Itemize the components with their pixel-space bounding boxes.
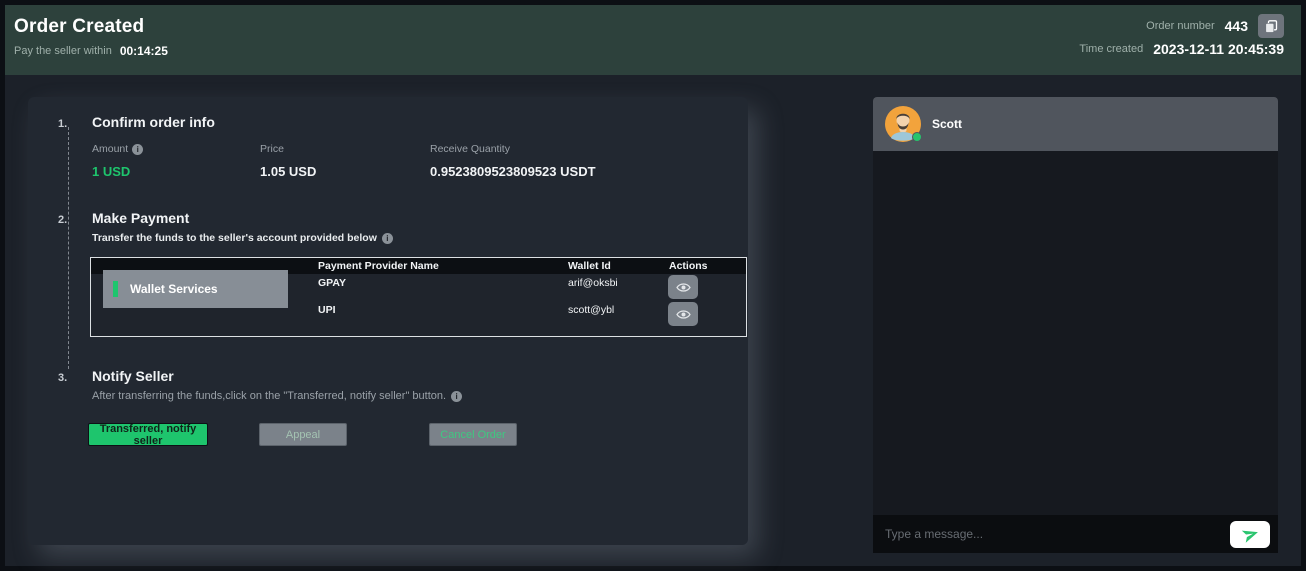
column-provider-name: Payment Provider Name <box>318 260 439 272</box>
copy-icon <box>1265 20 1278 33</box>
provider-name-cell: UPI <box>318 304 336 316</box>
avatar <box>885 106 921 142</box>
step2-number: 2. <box>58 214 67 226</box>
step1-title: Confirm order info <box>92 114 215 130</box>
paper-plane-icon <box>1239 523 1260 544</box>
chat-panel: Scott <box>873 97 1278 553</box>
notify-info-icon[interactable]: i <box>451 391 462 402</box>
view-wallet-details-button[interactable] <box>668 275 698 299</box>
cancel-order-button[interactable]: Cancel Order <box>429 423 517 446</box>
order-header-bar: Order Created Pay the seller within 00:1… <box>5 5 1301 75</box>
amount-value: 1 USD <box>92 164 143 179</box>
copy-order-number-button[interactable] <box>1258 14 1284 38</box>
payment-method-name: Wallet Services <box>130 282 218 296</box>
price-label: Price <box>260 143 284 155</box>
time-created-value: 2023-12-11 20:45:39 <box>1153 41 1284 57</box>
chat-input-bar <box>873 515 1278 553</box>
chat-message-area[interactable] <box>873 151 1278 515</box>
step3-number: 3. <box>58 372 67 384</box>
step3-subtitle: After transferring the funds,click on th… <box>92 390 446 402</box>
pay-within-label: Pay the seller within <box>14 45 112 57</box>
order-number-value: 443 <box>1225 18 1248 34</box>
active-method-indicator <box>113 281 118 297</box>
order-steps-card: 1. Confirm order info Amount i 1 USD Pri… <box>28 97 748 545</box>
send-message-button[interactable] <box>1230 521 1270 548</box>
payment-method-tab-wallet-services[interactable]: Wallet Services <box>103 270 288 308</box>
step2-subtitle: Transfer the funds to the seller's accou… <box>92 232 377 244</box>
receive-quantity-value: 0.9523809523809523 USDT <box>430 164 596 179</box>
page-title: Order Created <box>14 16 168 38</box>
payment-methods-table: Payment Provider Name Wallet Id Actions … <box>90 257 747 337</box>
receive-quantity-label: Receive Quantity <box>430 143 510 155</box>
column-actions: Actions <box>669 260 708 272</box>
step3-title: Notify Seller <box>92 368 174 384</box>
step1-number: 1. <box>58 118 67 130</box>
wallet-id-cell: arif@oksbi <box>568 277 618 289</box>
price-value: 1.05 USD <box>260 164 316 179</box>
transferred-notify-seller-button[interactable]: Transferred, notify seller <box>88 423 208 446</box>
column-wallet-id: Wallet Id <box>568 260 611 272</box>
chat-header: Scott <box>873 97 1278 151</box>
amount-info-icon[interactable]: i <box>132 144 143 155</box>
payment-info-icon[interactable]: i <box>382 233 393 244</box>
provider-name-cell: GPAY <box>318 277 346 289</box>
steps-connector-line <box>68 127 69 369</box>
page-background: 1. Confirm order info Amount i 1 USD Pri… <box>5 75 1301 566</box>
chat-peer-name: Scott <box>932 117 962 131</box>
chat-message-input[interactable] <box>885 527 1230 541</box>
amount-label: Amount <box>92 143 128 155</box>
time-created-label: Time created <box>1079 43 1143 55</box>
online-status-dot <box>912 132 922 142</box>
view-wallet-details-button[interactable] <box>668 302 698 326</box>
appeal-button[interactable]: Appeal <box>259 423 347 446</box>
eye-icon <box>676 309 691 320</box>
countdown-timer: 00:14:25 <box>120 44 168 58</box>
step2-title: Make Payment <box>92 210 189 226</box>
wallet-id-cell: scott@ybl <box>568 304 614 316</box>
order-number-label: Order number <box>1146 20 1214 32</box>
eye-icon <box>676 282 691 293</box>
